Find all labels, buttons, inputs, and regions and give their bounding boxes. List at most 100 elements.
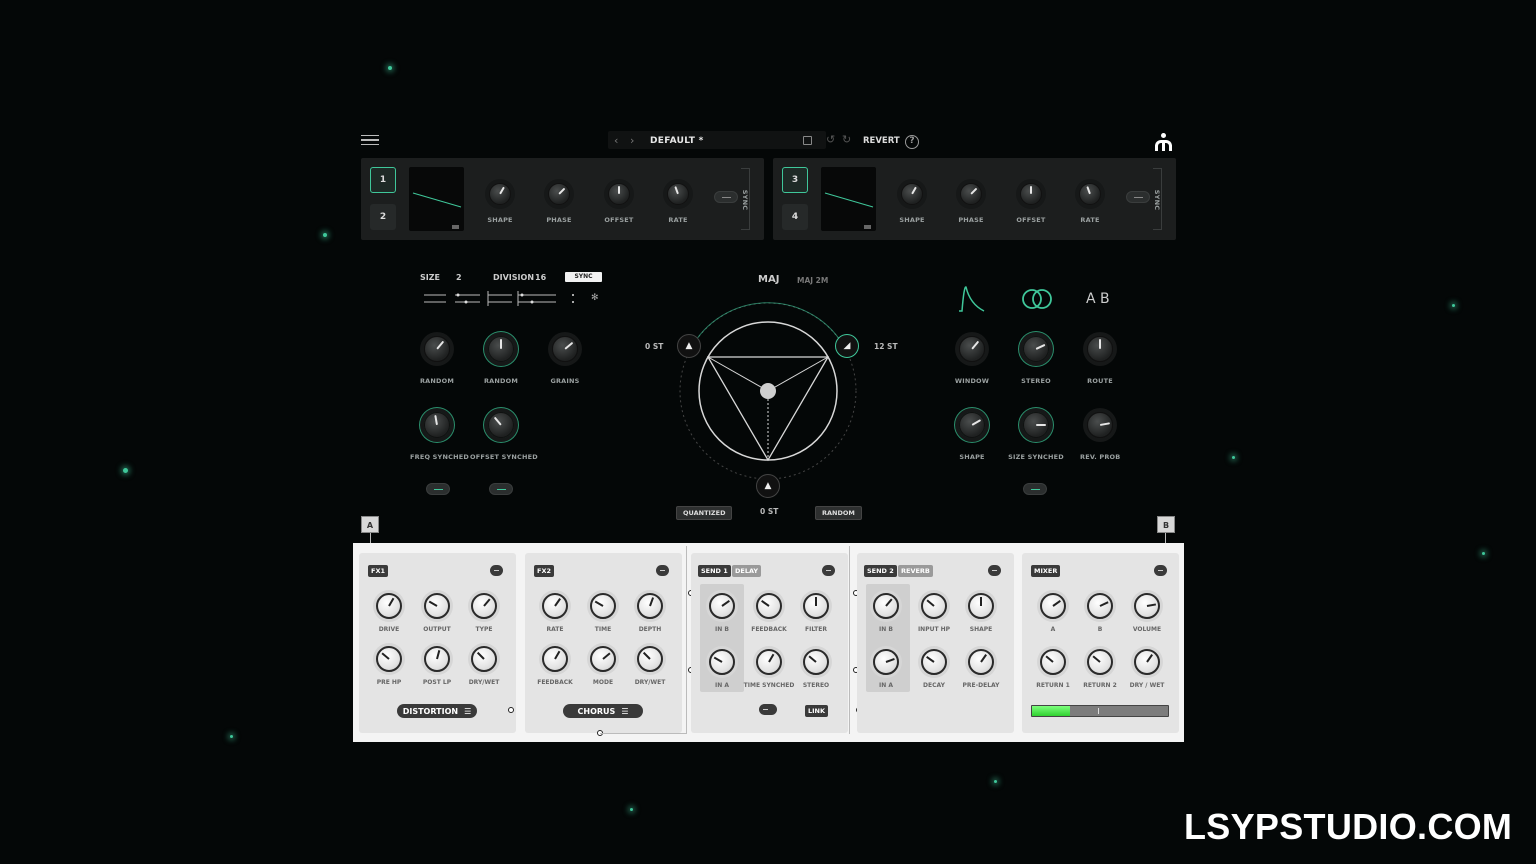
lfo-rate-knob[interactable]: [667, 183, 689, 205]
stereo-knob[interactable]: [803, 649, 829, 675]
drive-knob[interactable]: [376, 593, 402, 619]
time-knob[interactable]: [590, 593, 616, 619]
route-a-tag[interactable]: A: [361, 516, 379, 533]
route-b-tag[interactable]: B: [1157, 516, 1175, 533]
lfo-shape-knob[interactable]: [489, 183, 511, 205]
sync-toggle[interactable]: [714, 191, 738, 203]
lfo-shape-knob[interactable]: [901, 183, 923, 205]
mode-knob[interactable]: [590, 646, 616, 672]
in-a-knob[interactable]: [873, 649, 899, 675]
dry-wet-knob[interactable]: [471, 646, 497, 672]
dry-wet-knob[interactable]: [637, 646, 663, 672]
return-1-knob[interactable]: [1040, 649, 1066, 675]
lfo-button-4[interactable]: 4: [782, 204, 808, 230]
fx2-power-button[interactable]: [656, 565, 669, 576]
freq-sync-toggle[interactable]: [426, 483, 450, 495]
output-knob[interactable]: [424, 593, 450, 619]
window-knob[interactable]: [959, 336, 985, 362]
division-value[interactable]: 16: [535, 273, 546, 282]
fx1-power-button[interactable]: [490, 565, 503, 576]
size-synched-knob[interactable]: [1023, 412, 1049, 438]
pitch-left-handle[interactable]: ▲: [677, 334, 701, 358]
freeze-icon[interactable]: ✻: [591, 293, 599, 303]
return-2-knob[interactable]: [1087, 649, 1113, 675]
feedback-knob[interactable]: [542, 646, 568, 672]
send2-power-button[interactable]: [988, 565, 1001, 576]
send1-type-tag[interactable]: DELAY: [732, 565, 762, 577]
route-ab-label[interactable]: A B: [1086, 291, 1110, 307]
rate-knob[interactable]: [542, 593, 568, 619]
time-sync-toggle[interactable]: [759, 704, 777, 715]
pre-delay-knob[interactable]: [968, 649, 994, 675]
revert-button[interactable]: REVERT: [863, 136, 900, 146]
lfo-display[interactable]: [821, 167, 876, 231]
mixer-power-button[interactable]: [1154, 565, 1167, 576]
quantized-button[interactable]: QUANTIZED: [676, 506, 733, 520]
offset-sync-toggle[interactable]: [489, 483, 513, 495]
route-knob[interactable]: [1087, 336, 1113, 362]
rev-prob-knob[interactable]: [1087, 412, 1113, 438]
grains-knob[interactable]: [552, 336, 578, 362]
lfo-offset-knob[interactable]: [608, 183, 630, 205]
random-knob-2[interactable]: [488, 336, 514, 362]
stereo-rings-icon[interactable]: [1020, 287, 1054, 311]
fx2-type-select[interactable]: CHORUS ☰: [563, 704, 643, 718]
lfo-offset-knob[interactable]: [1020, 183, 1042, 205]
random-button[interactable]: RANDOM: [815, 506, 862, 520]
in-b-knob[interactable]: [709, 593, 735, 619]
send1-power-button[interactable]: [822, 565, 835, 576]
scale-maj[interactable]: MAJ: [758, 274, 779, 285]
size-sync-toggle[interactable]: [1023, 483, 1047, 495]
scale-maj-2m[interactable]: MAJ 2M: [797, 276, 828, 285]
shape-knob[interactable]: [959, 412, 985, 438]
pitch-bottom-handle[interactable]: ▲: [756, 474, 780, 498]
dry-wet-knob[interactable]: [1134, 649, 1160, 675]
input-hp-knob[interactable]: [921, 593, 947, 619]
sync-toggle[interactable]: [1126, 191, 1150, 203]
in-b-knob[interactable]: [873, 593, 899, 619]
decay-knob[interactable]: [921, 649, 947, 675]
post-lp-knob[interactable]: [424, 646, 450, 672]
lfo-phase-knob[interactable]: [548, 183, 570, 205]
window-shape-icon[interactable]: [956, 284, 986, 314]
freq-synched-knob[interactable]: [424, 412, 450, 438]
filter-knob[interactable]: [803, 593, 829, 619]
lfo-phase-knob[interactable]: [960, 183, 982, 205]
depth-knob[interactable]: [637, 593, 663, 619]
save-icon[interactable]: [803, 136, 812, 145]
lfo-display[interactable]: [409, 167, 464, 231]
fx1-type-select[interactable]: DISTORTION ☰: [397, 704, 477, 718]
sync-button[interactable]: SYNC: [565, 272, 602, 282]
help-icon[interactable]: ?: [905, 135, 919, 149]
lfo-button-1[interactable]: 1: [370, 167, 396, 193]
route-dot[interactable]: [508, 707, 514, 713]
stereo-knob[interactable]: [1023, 336, 1049, 362]
time-synched-knob[interactable]: [756, 649, 782, 675]
shape-knob[interactable]: [968, 593, 994, 619]
link-button[interactable]: LINK: [805, 705, 829, 717]
menu-icon[interactable]: [361, 135, 379, 145]
offset-synched-knob[interactable]: [488, 412, 514, 438]
a-knob[interactable]: [1040, 593, 1066, 619]
next-preset-icon[interactable]: ›: [630, 134, 634, 147]
pitch-right-handle[interactable]: ◢: [835, 334, 859, 358]
pitch-wheel[interactable]: [668, 290, 868, 490]
feedback-knob[interactable]: [756, 593, 782, 619]
redo-icon[interactable]: ↻: [842, 133, 851, 146]
lfo-button-3[interactable]: 3: [782, 167, 808, 193]
knob-label: PHASE: [958, 216, 984, 224]
step-sequencer[interactable]: [422, 290, 612, 308]
b-knob[interactable]: [1087, 593, 1113, 619]
send2-type-tag[interactable]: REVERB: [898, 565, 933, 577]
size-value[interactable]: 2: [456, 273, 462, 282]
volume-knob[interactable]: [1134, 593, 1160, 619]
lfo-rate-knob[interactable]: [1079, 183, 1101, 205]
random-knob-1[interactable]: [424, 336, 450, 362]
prev-preset-icon[interactable]: ‹: [614, 134, 618, 147]
undo-icon[interactable]: ↺: [826, 133, 835, 146]
pre-hp-knob[interactable]: [376, 646, 402, 672]
type-knob[interactable]: [471, 593, 497, 619]
in-a-knob[interactable]: [709, 649, 735, 675]
preset-name[interactable]: DEFAULT *: [650, 136, 704, 146]
lfo-button-2[interactable]: 2: [370, 204, 396, 230]
